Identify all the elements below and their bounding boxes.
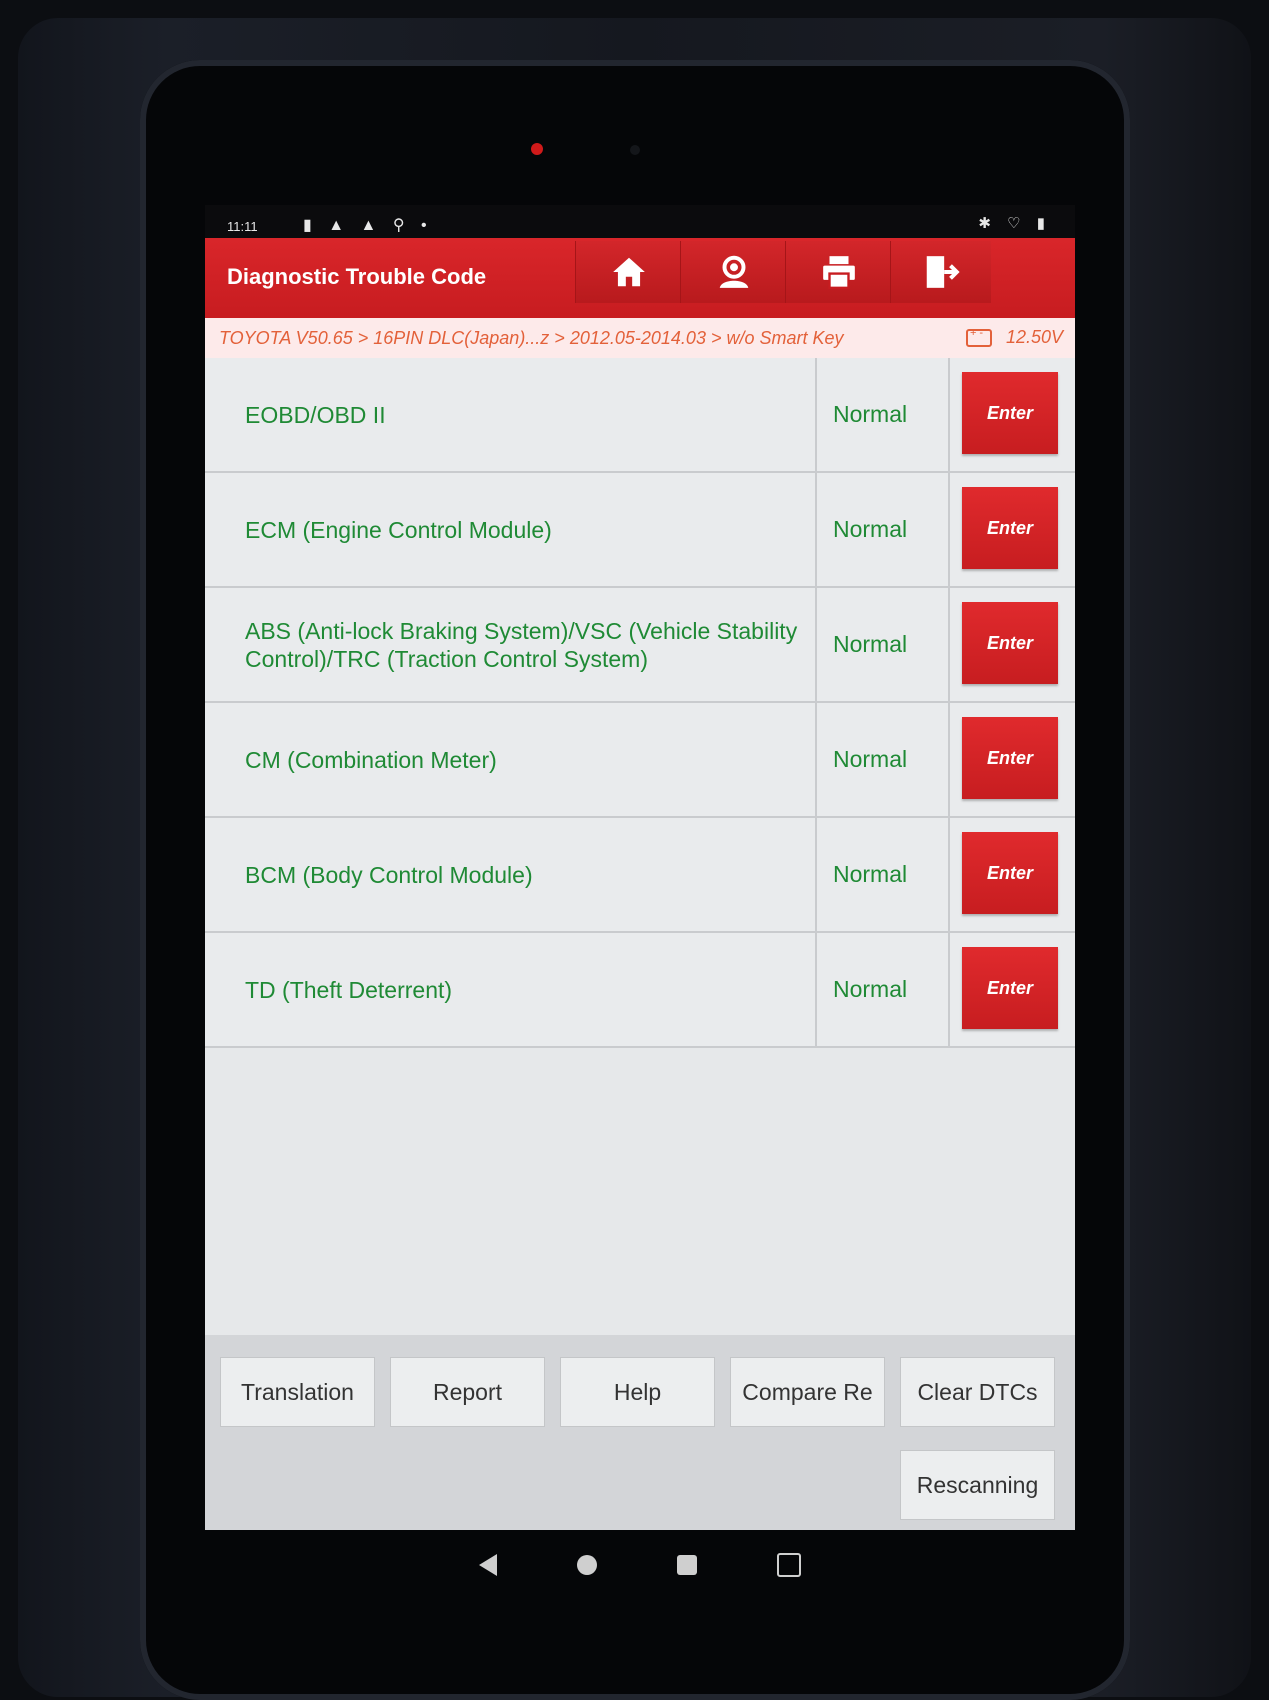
notification-icons: ▮ ▲ ▲ ⚲ • (303, 217, 433, 234)
system-status: Normal (825, 358, 950, 471)
home-icon (613, 257, 645, 287)
system-name: TD (Theft Deterrent) (245, 933, 817, 1046)
translation-button[interactable]: Translation (220, 1357, 375, 1427)
camera-lens (630, 145, 640, 155)
voltage-value: 12.50V (1005, 327, 1063, 347)
user-button[interactable] (680, 241, 787, 303)
android-nav-bar (205, 1530, 1075, 1600)
print-button[interactable] (785, 241, 892, 303)
system-status-icons: ✱ ♡ ▮ (978, 215, 1051, 232)
enter-button[interactable]: Enter (962, 832, 1058, 914)
enter-button[interactable]: Enter (962, 372, 1058, 454)
status-bar: 11:11 ▮ ▲ ▲ ⚲ • ✱ ♡ ▮ (205, 205, 1075, 238)
home-button[interactable] (575, 241, 682, 303)
clear-dtcs-button[interactable]: Clear DTCs (900, 1357, 1055, 1427)
user-icon (719, 255, 749, 288)
list-item: TD (Theft Deterrent) Normal Enter (205, 933, 1075, 1048)
enter-button[interactable]: Enter (962, 487, 1058, 569)
help-button[interactable]: Help (560, 1357, 715, 1427)
action-bar: Translation Report Help Compare Re Clear… (205, 1335, 1075, 1530)
breadcrumb: TOYOTA V50.65 > 16PIN DLC(Japan)...z > 2… (205, 318, 1075, 359)
screenshot-icon[interactable] (777, 1553, 801, 1577)
vehicle-path: TOYOTA V50.65 > 16PIN DLC(Japan)...z > 2… (219, 328, 844, 348)
system-status: Normal (825, 933, 950, 1046)
list-item: CM (Combination Meter) Normal Enter (205, 703, 1075, 818)
recent-apps-icon[interactable] (677, 1555, 697, 1575)
page-title: Diagnostic Trouble Code (227, 264, 487, 289)
back-icon[interactable] (479, 1554, 497, 1576)
enter-button[interactable]: Enter (962, 947, 1058, 1029)
app-header: Diagnostic Trouble Code (205, 238, 1075, 318)
compare-button[interactable]: Compare Re (730, 1357, 885, 1427)
exit-button[interactable] (890, 241, 991, 303)
status-time: 11:11 (227, 219, 258, 234)
system-status: Normal (825, 818, 950, 931)
print-icon (823, 256, 855, 290)
system-list: EOBD/OBD II Normal Enter ECM (Engine Con… (205, 358, 1075, 1048)
system-name: CM (Combination Meter) (245, 703, 817, 816)
enter-button[interactable]: Enter (962, 602, 1058, 684)
rescanning-button[interactable]: Rescanning (900, 1450, 1055, 1520)
system-name: ABS (Anti-lock Braking System)/VSC (Vehi… (245, 588, 817, 701)
app-screen: 11:11 ▮ ▲ ▲ ⚲ • ✱ ♡ ▮ Diagnostic Trouble… (205, 205, 1075, 1530)
report-button[interactable]: Report (390, 1357, 545, 1427)
indicator-light (531, 143, 543, 155)
list-item: ECM (Engine Control Module) Normal Enter (205, 473, 1075, 588)
system-name: EOBD/OBD II (245, 358, 817, 471)
battery-voltage: 12.50V (965, 327, 1063, 348)
list-item: EOBD/OBD II Normal Enter (205, 358, 1075, 473)
list-item: ABS (Anti-lock Braking System)/VSC (Vehi… (205, 588, 1075, 703)
system-status: Normal (825, 588, 950, 701)
system-name: ECM (Engine Control Module) (245, 473, 817, 586)
home-nav-icon[interactable] (577, 1555, 597, 1575)
system-status: Normal (825, 473, 950, 586)
system-status: Normal (825, 703, 950, 816)
enter-button[interactable]: Enter (962, 717, 1058, 799)
exit-icon (926, 256, 960, 288)
system-name: BCM (Body Control Module) (245, 818, 817, 931)
battery-icon (965, 327, 992, 347)
list-item: BCM (Body Control Module) Normal Enter (205, 818, 1075, 933)
